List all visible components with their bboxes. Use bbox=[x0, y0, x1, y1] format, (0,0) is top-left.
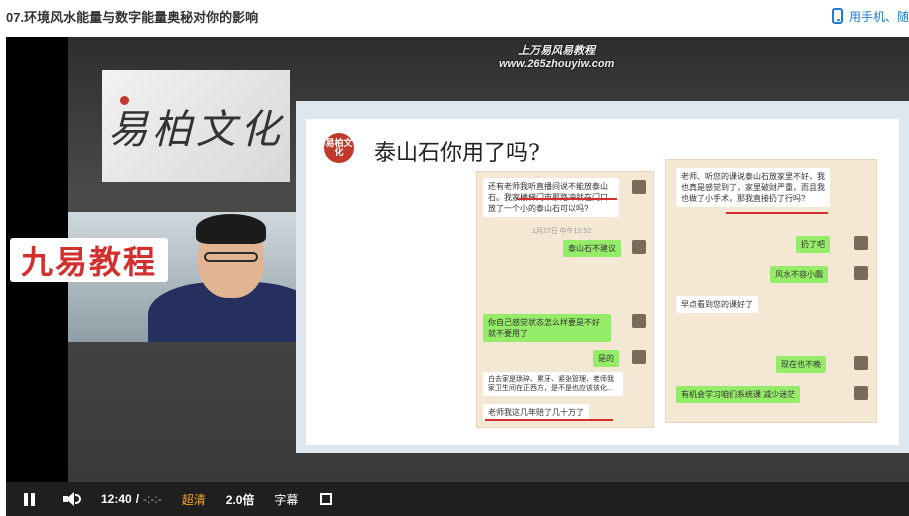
total-time: -:-:- bbox=[143, 492, 162, 506]
avatar bbox=[632, 240, 646, 254]
chat-reply: 是的 bbox=[593, 350, 619, 367]
phone-icon bbox=[831, 8, 843, 24]
avatar bbox=[632, 314, 646, 328]
chat-reply: 泰山石不建议 bbox=[563, 240, 621, 257]
avatar bbox=[854, 386, 868, 400]
slide-content: 易柏文化 泰山石你用了吗? 还有老师我听直播间说不能放泰山石。我家楼梯门市那路冲… bbox=[306, 119, 899, 445]
logo-text: 易柏文化 bbox=[108, 107, 284, 153]
chat-message: 早点看到您的课好了 bbox=[676, 296, 758, 313]
highlight-underline bbox=[517, 198, 617, 200]
avatar bbox=[854, 236, 868, 250]
page-title: 07.环境风水能量与数字能量奥秘对你的影响 bbox=[6, 9, 259, 25]
highlight-underline bbox=[726, 212, 828, 214]
avatar bbox=[632, 180, 646, 194]
brand-logo: 易柏文化 bbox=[102, 70, 290, 182]
chat-message: 你自己感觉状态怎么样要是不好就不要用了 bbox=[483, 314, 611, 342]
avatar bbox=[632, 350, 646, 364]
highlight-underline bbox=[485, 419, 613, 421]
chat-timestamp: 1月27日 中午12:52 bbox=[532, 228, 592, 235]
presenter-hair bbox=[196, 214, 266, 244]
chat-reply: 有机会学习咱们系统课 减少迷茫 bbox=[676, 386, 801, 403]
mobile-watch-link[interactable]: 用手机、随 bbox=[831, 8, 909, 25]
logo-sun-icon bbox=[120, 96, 129, 105]
avatar bbox=[854, 356, 868, 370]
player-controls: 12:40 / -:-:- 超清 2.0倍 字幕 bbox=[6, 482, 909, 516]
chat-reply: 现在也不晚 bbox=[776, 356, 826, 373]
volume-icon[interactable] bbox=[63, 492, 81, 506]
presentation-slide: 易柏文化 泰山石你用了吗? 还有老师我听直播间说不能放泰山石。我家楼梯门市那路冲… bbox=[296, 101, 909, 453]
avatar bbox=[854, 266, 868, 280]
video-watermark: 上万易风易教程 www.265zhouyiw.com bbox=[499, 45, 614, 71]
chat-screenshot-right: 老师、听您的课说泰山石放家里不好，我也真是感觉到了，家里破财严重，而且我也做了小… bbox=[665, 159, 877, 423]
chat-message: 白去家是琐碎、累牙、紧张管理、老师我家卫生间在正西方，是不是也应该该化... bbox=[483, 372, 623, 396]
chat-reply: 风水不容小觑 bbox=[770, 266, 828, 283]
chat-message: 老师、听您的课说泰山石放家里不好，我也真是感觉到了，家里破财严重，而且我也做了小… bbox=[676, 168, 830, 207]
course-label: 九易教程 bbox=[10, 238, 168, 282]
watermark-line1: 上万易风易教程 bbox=[518, 45, 596, 57]
chat-screenshot-left: 还有老师我听直播间说不能放泰山石。我家楼梯门市那路冲就在门口放了一个小的泰山石可… bbox=[476, 171, 654, 428]
pause-icon[interactable] bbox=[24, 492, 35, 506]
time-separator: / bbox=[135, 492, 140, 506]
header-bar: 07.环境风水能量与数字能量奥秘对你的影响 用手机、随 bbox=[0, 0, 909, 32]
fullscreen-icon[interactable] bbox=[320, 493, 333, 505]
current-time: 12:40 bbox=[101, 492, 132, 506]
watermark-url: www.265zhouyiw.com bbox=[499, 58, 615, 70]
presenter-glasses bbox=[204, 252, 258, 262]
slide-heading: 泰山石你用了吗? bbox=[374, 141, 540, 166]
chat-reply: 扔了吧 bbox=[796, 236, 830, 253]
video-player[interactable]: 上万易风易教程 www.265zhouyiw.com 易柏文化 九易教程 易柏文… bbox=[6, 37, 909, 516]
quality-button[interactable]: 超清 bbox=[182, 491, 206, 508]
speed-button[interactable]: 2.0倍 bbox=[226, 491, 255, 508]
video-frame[interactable]: 上万易风易教程 www.265zhouyiw.com 易柏文化 九易教程 易柏文… bbox=[6, 37, 909, 482]
subtitles-button[interactable]: 字幕 bbox=[274, 491, 298, 508]
mobile-link-label: 用手机、随 bbox=[848, 9, 909, 24]
slide-badge: 易柏文化 bbox=[324, 133, 354, 163]
